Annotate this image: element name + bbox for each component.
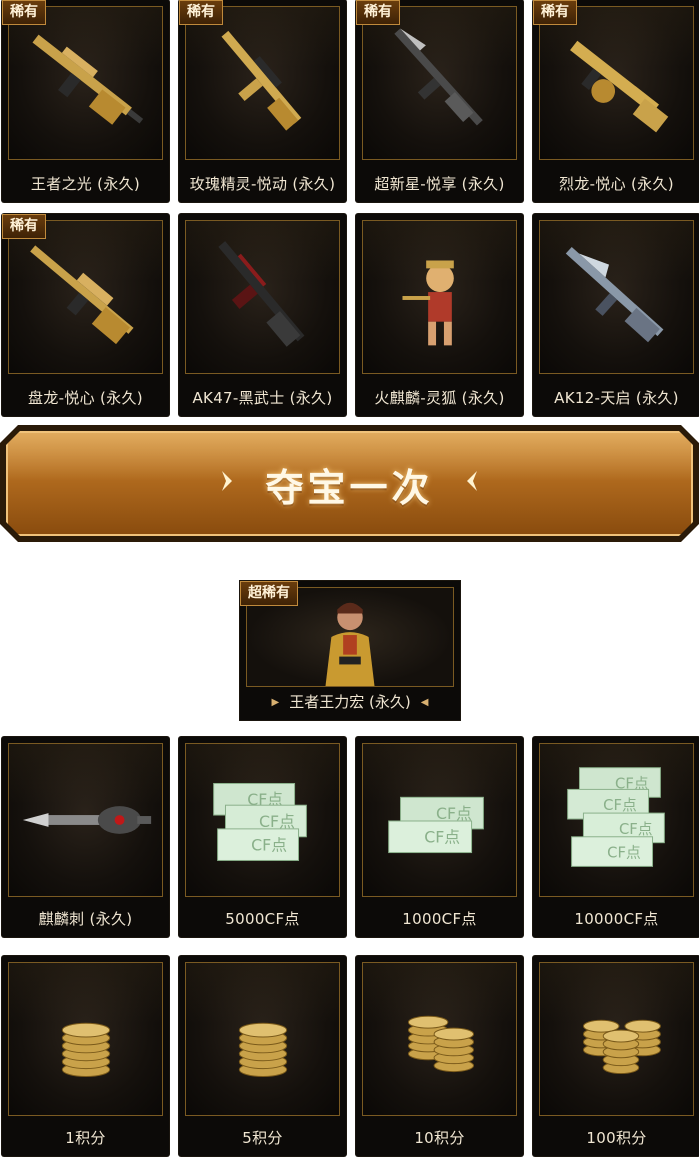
reward-card-11[interactable]: CF点 CF点 1000CF点 (356, 737, 523, 937)
super-rare-name-row: ▶ 王者王力宏 (永久) ◀ (240, 691, 460, 712)
cf-points-stack-icon: CF点 CF点 CF点 CF点 (567, 767, 665, 867)
reward-image-frame (185, 220, 340, 374)
reward-card-14[interactable]: 5积分 (179, 956, 346, 1156)
coin-stack-icon (61, 1022, 111, 1077)
reward-name: 5000CF点 (225, 910, 300, 928)
reward-image-frame (8, 962, 163, 1116)
reward-name: 1积分 (65, 1129, 106, 1147)
reward-image-frame (539, 220, 694, 374)
reward-name: 火麒麟-灵狐 (永久) (374, 389, 505, 407)
reward-name: 10积分 (414, 1129, 465, 1147)
gold-tommy-gun-icon (570, 40, 669, 133)
reward-name: 10000CF点 (574, 910, 659, 928)
rare-badge: 稀有 (533, 0, 577, 25)
reward-image-frame (185, 6, 340, 160)
reward-card-13[interactable]: 1积分 (2, 956, 169, 1156)
reward-card-9[interactable]: 麒麟刺 (永久) (2, 737, 169, 937)
reward-image-frame: CF点 CF点 (362, 743, 517, 897)
reward-name: 1000CF点 (402, 910, 477, 928)
reward-name: 盘龙-悦心 (永久) (28, 389, 143, 407)
coin-stack-icon (407, 1015, 475, 1073)
reward-name: 王者王力宏 (永久) (289, 693, 411, 711)
dark-blade-rifle-icon (394, 28, 483, 126)
gold-sniper-rifle-icon (32, 34, 144, 125)
silver-ak12-icon (565, 246, 664, 343)
cf-points-stack-icon: CF点 CF点 CF点 (213, 782, 307, 861)
reward-image-frame (185, 962, 340, 1116)
draw-once-button[interactable]: 夺宝一次 (0, 425, 699, 542)
reward-card-4[interactable]: 稀有 烈龙-悦心 (永久) (533, 0, 699, 202)
reward-card-1[interactable]: 稀有 王者之光 (永久) (2, 0, 169, 202)
reward-name: 玫瑰精灵-悦动 (永久) (189, 175, 336, 193)
triangle-left-icon: ◀ (420, 697, 429, 708)
reward-card-12[interactable]: CF点 CF点 CF点 CF点 10000CF点 (533, 737, 699, 937)
cf-points-stack-icon: CF点 CF点 (388, 796, 484, 854)
chevron-left-icon (467, 471, 477, 491)
note-label: CF点 (424, 828, 460, 847)
rare-badge: 稀有 (2, 214, 46, 239)
reward-image-frame (362, 6, 517, 160)
note-label: CF点 (251, 836, 287, 855)
gold-assault-rifle-icon (221, 30, 302, 131)
reward-image-frame: CF点 CF点 CF点 CF点 (539, 743, 694, 897)
note-label: CF点 (607, 845, 641, 862)
note-label: CF点 (603, 797, 637, 814)
reward-image-frame: CF点 CF点 CF点 (185, 743, 340, 897)
reward-card-3[interactable]: 稀有 超新星-悦享 (永久) (356, 0, 523, 202)
rare-badge: 稀有 (2, 0, 46, 25)
reward-image-frame (539, 6, 694, 160)
reward-name: AK47-黑武士 (永久) (192, 389, 333, 407)
reward-card-10[interactable]: CF点 CF点 CF点 5000CF点 (179, 737, 346, 937)
gold-machine-gun-icon (30, 245, 134, 345)
reward-card-5[interactable]: 稀有 盘龙-悦心 (永久) (2, 214, 169, 416)
fox-character-icon (402, 260, 454, 346)
reward-card-7[interactable]: 火麒麟-灵狐 (永久) (356, 214, 523, 416)
super-rare-badge: 超稀有 (240, 581, 298, 606)
reward-name: 烈龙-悦心 (永久) (559, 175, 674, 193)
reward-name: 超新星-悦享 (永久) (374, 175, 505, 193)
note-label: CF点 (436, 804, 472, 823)
triangle-right-icon: ▶ (271, 697, 280, 708)
reward-card-16[interactable]: 100积分 (533, 956, 699, 1156)
reward-name: 100积分 (586, 1129, 647, 1147)
reward-name: 王者之光 (永久) (30, 175, 141, 193)
super-rare-card[interactable]: 超稀有 ▶ 王者王力宏 (永久) ◀ (240, 581, 460, 720)
qilin-knife-icon (22, 806, 152, 834)
reward-image-frame (362, 962, 517, 1116)
reward-card-6[interactable]: AK47-黑武士 (永久) (179, 214, 346, 416)
coin-stack-icon (238, 1022, 288, 1077)
reward-card-8[interactable]: AK12-天启 (永久) (533, 214, 699, 416)
note-label: CF点 (259, 812, 295, 831)
reward-image-frame (8, 6, 163, 160)
draw-once-label: 夺宝一次 (265, 466, 434, 510)
reward-image-frame (8, 220, 163, 374)
rare-badge: 稀有 (179, 0, 223, 25)
reward-name: AK12-天启 (永久) (554, 389, 679, 407)
reward-card-15[interactable]: 10积分 (356, 956, 523, 1156)
note-label: CF点 (619, 821, 653, 838)
reward-image-frame (539, 962, 694, 1116)
coin-stack-icon (582, 1019, 661, 1075)
black-ak47-icon (218, 241, 305, 347)
reward-card-2[interactable]: 稀有 玫瑰精灵-悦动 (永久) (179, 0, 346, 202)
reward-name: 5积分 (242, 1129, 283, 1147)
reward-name: 麒麟刺 (永久) (38, 910, 133, 928)
reward-image-frame (8, 743, 163, 897)
rare-badge: 稀有 (356, 0, 400, 25)
reward-image-frame (362, 220, 517, 374)
